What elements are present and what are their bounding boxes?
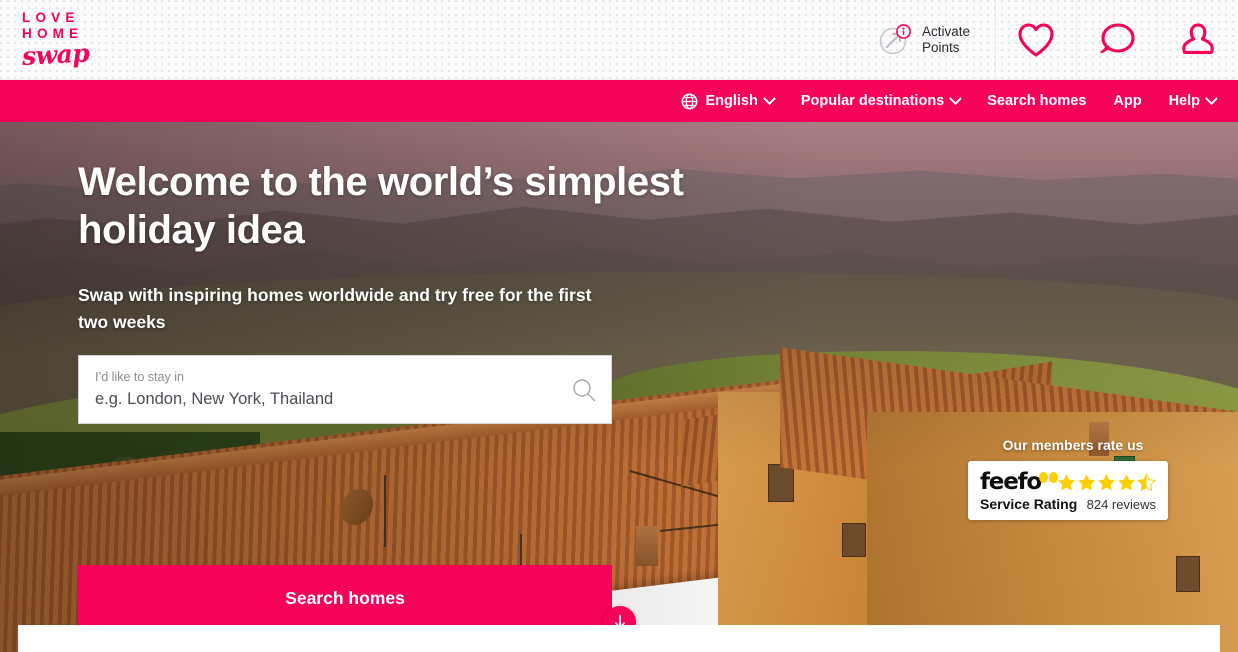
account-button[interactable] [1157,0,1238,79]
nav-item-label: Popular destinations [800,93,945,109]
messages-button[interactable] [1076,0,1157,79]
favourites-button[interactable] [995,0,1076,79]
logo-link[interactable]: LOVE HOME swap [0,0,330,79]
search-label: I’d like to stay in [95,370,184,384]
search-icon[interactable] [557,377,611,403]
heart-icon [1016,21,1056,59]
search-input[interactable] [95,388,539,410]
brand-logo: LOVE HOME swap [21,9,90,71]
nav-item-label: English [705,93,758,109]
activate-points-button[interactable]: Activate Points [846,0,995,79]
nav-item-label: Help [1168,93,1200,109]
chevron-down-icon [762,91,776,105]
star-rating [1057,473,1156,492]
logo-line-love: LOVE [22,9,80,25]
nav-item-label: App [1113,93,1142,109]
nav-item-label: Search homes [987,93,1087,109]
service-rating-label: Service Rating [980,496,1078,512]
nav-item-english[interactable]: English [681,91,776,110]
globe-icon [681,93,698,110]
nav-item-help[interactable]: Help [1168,91,1218,109]
hero-section: Welcome to the world’s simplest holiday … [0,122,1238,652]
feefo-logo: feefo [980,469,1059,495]
header-spacer [330,0,846,79]
destination-search-box[interactable]: I’d like to stay in [78,355,612,424]
star-full-icon [1078,474,1095,491]
star-full-icon [1058,474,1075,491]
search-homes-button[interactable]: Search homes [78,565,612,632]
logo-script-swap: swap [21,37,90,71]
star-full-icon [1118,474,1135,491]
chevron-down-icon [1205,91,1218,105]
page-root: LOVE HOME swap Activate Points English P… [0,0,1238,652]
star-full-icon [1098,474,1115,491]
chat-bubble-icon [1097,21,1137,59]
site-header: LOVE HOME swap Activate Points [0,0,1238,80]
activate-points-label-line2: Points [921,39,960,55]
nav-item-popular-destinations[interactable]: Popular destinations [800,91,963,109]
review-count: 824 reviews [1086,497,1156,512]
nav-item-search-homes[interactable]: Search homes [987,93,1086,109]
rating-caption: Our members rate us [1002,437,1144,453]
search-fields: I’d like to stay in [79,359,557,420]
primary-navigation: English Popular destinations Search home… [0,80,1238,122]
chevron-down-icon [949,91,963,105]
hero-subtitle: Swap with inspiring homes worldwide and … [78,285,592,332]
feefo-card[interactable]: feefo Service Rating 824 reviews [968,461,1168,520]
members-rating-widget: Our members rate us feefo Service Rating… [968,437,1178,520]
activate-points-label: Activate Points [922,24,970,56]
trending-arrow-icon [878,23,912,57]
page-content-panel [18,625,1220,652]
activate-points-label-line1: Activate [921,23,971,39]
feefo-wordmark: feefo [980,469,1042,495]
feefo-dots-icon [1038,470,1059,488]
user-icon [1178,21,1218,59]
nav-item-app[interactable]: App [1113,93,1141,109]
star-half-icon [1137,473,1156,492]
hero-content: Welcome to the world’s simplest holiday … [0,122,1238,652]
page-title: Welcome to the world’s simplest holiday … [78,160,684,252]
